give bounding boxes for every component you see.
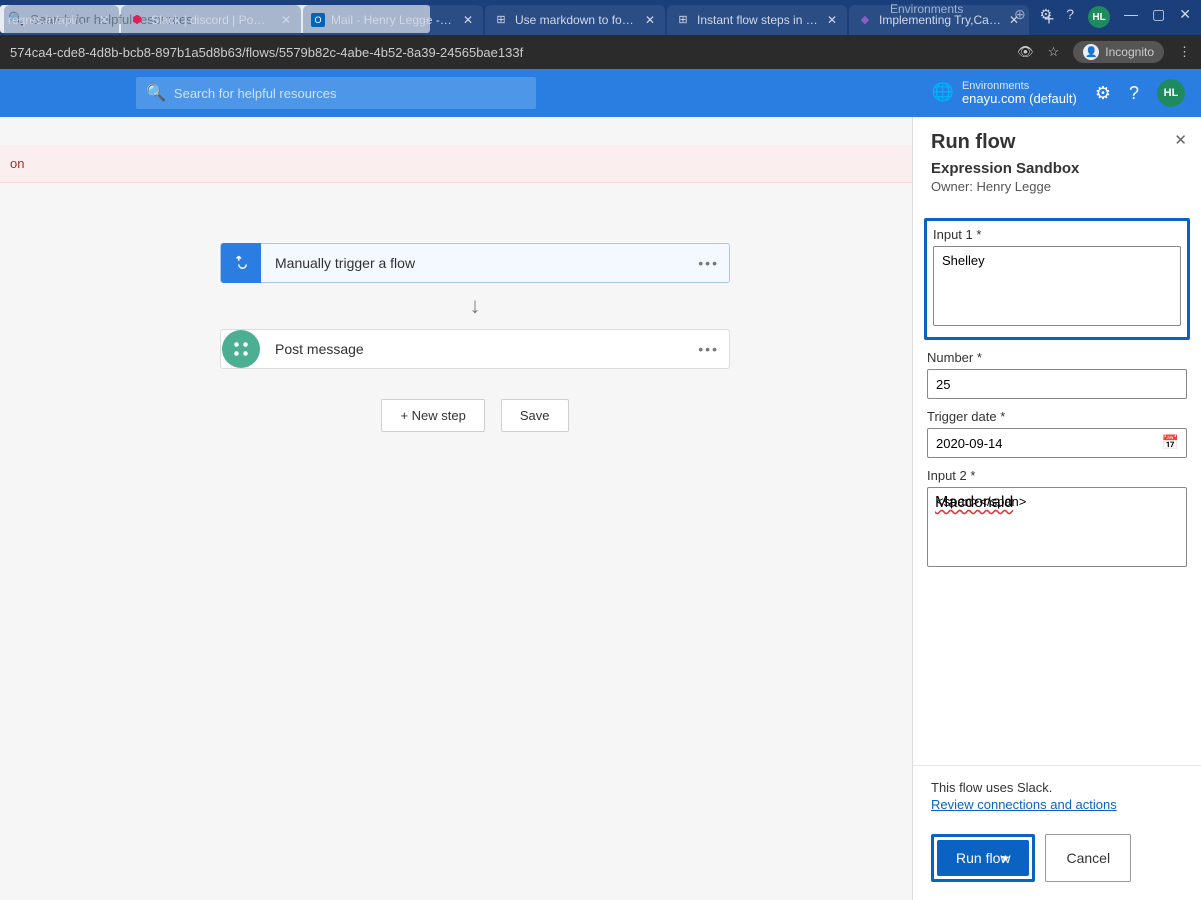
tab-label: reqres.in/api/users/ [8,13,91,27]
field-input1: Input 1 * [924,218,1190,340]
warning-text: on [10,156,24,171]
tab-label: Implementing Try,Catch an… [879,13,1001,27]
tab-label: Slack | discord | Power Aut… [151,13,273,27]
flow-owner: Owner: Henry Legge [931,179,1183,194]
field-number: Number * [927,350,1187,399]
globe-icon: 🌐 [932,82,954,103]
incognito-indicator: 👤 Incognito [1073,41,1164,63]
tab-label: Instant flow steps in busin… [697,13,819,27]
panel-title: Run flow [931,131,1183,154]
action-label: Post message [275,341,364,357]
field-input2: Input 2 * <span></span> Macdonald [927,468,1187,582]
outlook-icon: O [311,13,325,27]
header-search[interactable]: 🔍 [136,77,536,109]
avatar[interactable]: HL [1157,79,1185,107]
save-button[interactable]: Save [501,399,569,432]
connections-text: This flow uses Slack. [931,780,1183,795]
run-flow-panel: Run flow ✕ Expression Sandbox Owner: Hen… [912,117,1201,900]
trigger-date-label: Trigger date * [927,409,1187,424]
field-trigger-date: Trigger date * 📅 [927,409,1187,458]
input2-field[interactable]: <span></span> [927,487,1187,567]
trigger-icon [221,243,261,283]
gear-icon[interactable]: ⚙ [1095,83,1111,104]
trigger-label: Manually trigger a flow [275,255,415,271]
app-header: 🔍 🌐 Environments enayu.com (default) ⚙ ?… [0,69,1201,117]
kebab-icon[interactable]: ⋮ [1178,44,1191,60]
star-icon[interactable]: ☆ [1048,44,1060,60]
incognito-icon: 👤 [1083,44,1099,60]
flow-canvas: on Manually trigger a flow ••• ↓ Post me… [0,117,912,900]
panel-footer: This flow uses Slack. Review connections… [913,765,1201,900]
browser-tab-0[interactable]: reqres.in/api/users/ ✕ [4,5,119,35]
close-icon[interactable]: ✕ [1174,131,1187,149]
input1-label: Input 1 * [933,227,1181,242]
number-field[interactable] [927,369,1187,399]
slack-icon: ⬢ [129,12,145,28]
run-flow-highlight: Run flow ➤ [931,834,1035,882]
calendar-icon[interactable]: 📅 [1162,434,1179,451]
arrow-down-icon: ↓ [470,293,481,319]
eye-off-icon[interactable]: 👁 [1017,44,1034,60]
help-icon[interactable]: ? [1129,83,1139,104]
ms-icon: ⊞ [493,12,509,28]
new-step-button[interactable]: + New step [381,399,484,432]
incognito-label: Incognito [1105,45,1154,59]
close-icon[interactable]: ✕ [1007,13,1021,27]
address-bar: 574ca4-cde8-4d8b-bcb8-897b1a5d8b63/flows… [0,35,1201,69]
warning-strip: on [0,145,912,183]
browser-tab-3[interactable]: ⊞ Use markdown to format P… ✕ [485,5,665,35]
browser-tab-1[interactable]: ⬢ Slack | discord | Power Aut… ✕ [121,5,301,35]
close-icon[interactable]: ✕ [461,13,475,27]
browser-tab-5[interactable]: ◆ Implementing Try,Catch an… ✕ [849,5,1029,35]
flow-name: Expression Sandbox [931,160,1183,177]
number-label: Number * [927,350,1187,365]
close-icon[interactable]: ✕ [643,13,657,27]
input1-field[interactable] [933,246,1181,326]
browser-tab-4[interactable]: ⊞ Instant flow steps in busin… ✕ [667,5,847,35]
run-flow-button[interactable]: Run flow ➤ [937,840,1029,876]
ellipsis-icon[interactable]: ••• [698,341,719,357]
slack-action-icon [222,330,260,368]
close-icon[interactable]: ✕ [97,13,111,27]
ellipsis-icon[interactable]: ••• [698,255,719,271]
tab-label: Use markdown to format P… [515,13,637,27]
new-tab-button[interactable]: + [1035,6,1063,34]
cancel-button[interactable]: Cancel [1045,834,1131,882]
action-card[interactable]: Post message ••• [220,329,730,369]
url-text[interactable]: 574ca4-cde8-4d8b-bcb8-897b1a5d8b63/flows… [10,45,1007,60]
close-icon[interactable]: ✕ [825,13,839,27]
ms-icon: ⊞ [675,12,691,28]
env-name: enayu.com (default) [962,92,1077,106]
trigger-date-field[interactable] [927,428,1187,458]
browser-tab-strip: 🔍 Search for helpful resources reqres.in… [0,0,1201,35]
tab-label: Mail - Henry Legge - Outl… [331,13,455,27]
review-connections-link[interactable]: Review connections and actions [931,797,1183,812]
search-icon: 🔍 [146,83,166,103]
input2-label: Input 2 * [927,468,1187,483]
browser-tab-2[interactable]: O Mail - Henry Legge - Outl… ✕ [303,5,483,35]
environment-picker[interactable]: 🌐 Environments enayu.com (default) [932,80,1077,106]
trigger-card[interactable]: Manually trigger a flow ••• [220,243,730,283]
close-icon[interactable]: ✕ [279,13,293,27]
page-icon: ◆ [857,12,873,28]
search-input[interactable] [174,86,526,101]
